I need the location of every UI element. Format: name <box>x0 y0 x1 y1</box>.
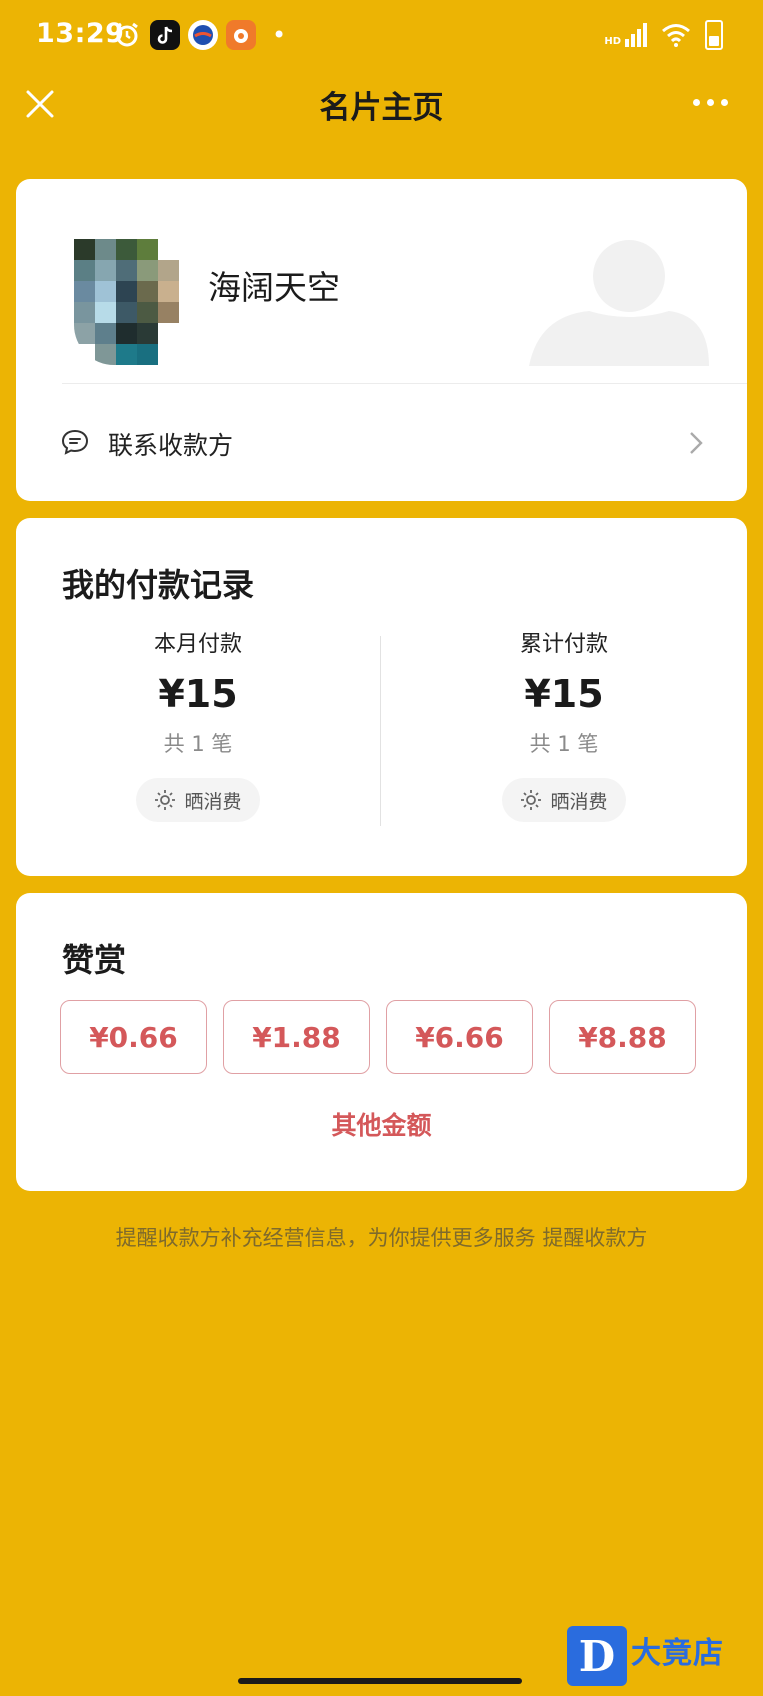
divider <box>62 383 747 384</box>
home-indicator[interactable] <box>238 1678 522 1684</box>
profile-card: 海阔天空 联系收款方 <box>16 179 747 501</box>
monthly-payment-amount: ¥15 <box>158 672 238 716</box>
network-label: HD <box>604 36 621 47</box>
monthly-payment-column: 本月付款 ¥15 共 1 笔 晒消费 <box>73 626 323 822</box>
silhouette-icon <box>529 240 709 366</box>
payment-records-card: 我的付款记录 本月付款 ¥15 共 1 笔 晒消费 累计付款 ¥15 共 1 笔… <box>16 518 747 876</box>
contact-payee-row[interactable]: 联系收款方 <box>16 389 747 501</box>
notification-icons: • <box>112 20 286 50</box>
battery-icon <box>705 20 723 50</box>
tip-title: 赞赏 <box>62 941 127 979</box>
tip-options: ¥0.66 ¥1.88 ¥6.66 ¥8.88 <box>60 1000 696 1074</box>
more-icon-dot <box>706 98 714 106</box>
payment-records-title: 我的付款记录 <box>62 566 255 604</box>
monthly-payment-count: 共 1 笔 <box>163 732 233 756</box>
tip-option-button[interactable]: ¥8.88 <box>549 1000 696 1074</box>
tip-option-button[interactable]: ¥6.66 <box>386 1000 533 1074</box>
tip-card: 赞赏 ¥0.66 ¥1.88 ¥6.66 ¥8.88 其他金额 <box>16 893 747 1191</box>
watermark-logo: D 大竟店 <box>561 1626 763 1696</box>
sun-icon <box>155 790 176 810</box>
sun-icon <box>521 790 542 810</box>
divider <box>380 636 381 826</box>
remind-payee-link[interactable]: 提醒收款方 <box>542 1226 647 1250</box>
status-bar: 13:29 • HD <box>0 0 763 74</box>
app-icon <box>226 20 256 50</box>
watermark-logo-mark: D <box>567 1626 627 1686</box>
signal-icon: HD <box>604 23 647 47</box>
wifi-icon <box>662 24 690 47</box>
page-title: 名片主页 <box>319 90 444 126</box>
system-icons: HD <box>604 20 723 50</box>
footer-message: 提醒收款方补充经营信息，为你提供更多服务 <box>115 1226 536 1250</box>
total-payment-count: 共 1 笔 <box>529 732 599 756</box>
more-notifications-dot: • <box>272 21 287 49</box>
tip-option-button[interactable]: ¥1.88 <box>223 1000 370 1074</box>
share-spending-button[interactable]: 晒消费 <box>502 778 626 822</box>
contact-payee-label: 联系收款方 <box>108 431 234 460</box>
chat-icon <box>61 429 89 455</box>
more-icon-dot <box>720 98 728 106</box>
footer-reminder: 提醒收款方补充经营信息，为你提供更多服务 提醒收款方 <box>0 1222 763 1252</box>
more-button[interactable] <box>687 90 733 114</box>
share-spending-label: 晒消费 <box>550 790 608 813</box>
other-amount-button[interactable]: 其他金额 <box>16 1106 747 1142</box>
total-payment-label: 累计付款 <box>519 632 608 657</box>
watermark-text: 大竟店 <box>631 1636 724 1671</box>
monthly-payment-label: 本月付款 <box>153 632 242 657</box>
chevron-right-icon <box>690 432 703 454</box>
total-payment-column: 累计付款 ¥15 共 1 笔 晒消费 <box>439 626 689 822</box>
alarm-icon <box>112 20 142 50</box>
app-icon <box>188 20 218 50</box>
share-spending-label: 晒消费 <box>184 790 242 813</box>
tiktok-icon <box>150 20 180 50</box>
total-payment-amount: ¥15 <box>524 672 604 716</box>
share-spending-button[interactable]: 晒消费 <box>136 778 260 822</box>
top-bar: 名片主页 <box>0 74 763 134</box>
user-name: 海阔天空 <box>208 268 340 307</box>
tip-option-button[interactable]: ¥0.66 <box>60 1000 207 1074</box>
more-icon <box>692 98 700 106</box>
avatar[interactable] <box>74 239 200 365</box>
